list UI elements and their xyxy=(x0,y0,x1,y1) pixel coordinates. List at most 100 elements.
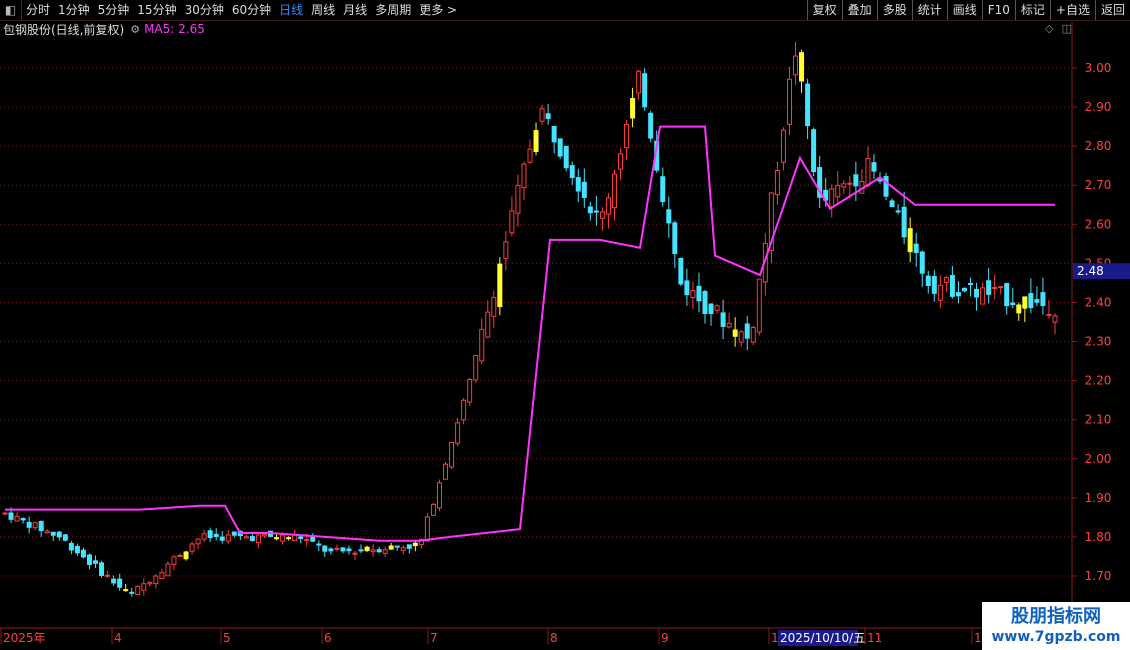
candle-body xyxy=(479,328,485,362)
candle-body xyxy=(394,545,400,548)
candle-body xyxy=(38,520,44,532)
candle-body xyxy=(1028,293,1034,309)
candle-body xyxy=(786,78,792,125)
candle-body xyxy=(829,188,835,207)
candle-body xyxy=(141,583,147,591)
candle-body xyxy=(135,585,141,596)
x-month-label: 11 xyxy=(867,631,882,645)
candle-body xyxy=(2,512,8,515)
candle-body xyxy=(793,55,799,76)
ma5-line xyxy=(5,125,1055,542)
candle-body xyxy=(1052,315,1058,323)
candle-body xyxy=(919,251,925,274)
candle-body xyxy=(642,73,648,108)
candle-body xyxy=(68,542,74,551)
candle-body xyxy=(388,545,394,550)
candle-body xyxy=(998,286,1004,289)
candle-body xyxy=(44,530,50,534)
candle-body xyxy=(533,130,539,153)
candle-body xyxy=(201,533,207,540)
candle-body xyxy=(406,544,412,549)
candle-body xyxy=(280,534,286,542)
candle-body xyxy=(599,211,605,219)
candle-body xyxy=(907,228,913,253)
candle-body xyxy=(225,534,231,542)
candle-body xyxy=(708,303,714,315)
y-tick-label: 2.30 xyxy=(1085,335,1112,349)
candle-body xyxy=(8,512,14,520)
candle-body xyxy=(74,545,80,554)
candle-body xyxy=(255,534,261,544)
candle-body xyxy=(648,112,654,139)
candle-body xyxy=(841,183,847,188)
candle-body xyxy=(551,125,557,143)
candle-body xyxy=(159,572,165,580)
price-axis: 3.002.902.802.702.602.502.402.302.202.10… xyxy=(1072,61,1130,583)
candle-body xyxy=(980,287,986,305)
candle-body xyxy=(714,305,720,311)
candle-body xyxy=(515,184,521,214)
candle-body xyxy=(455,422,461,444)
candle-body xyxy=(171,556,177,565)
candle-body xyxy=(774,170,780,196)
candle-body xyxy=(231,531,237,536)
y-tick-label: 2.60 xyxy=(1085,217,1112,231)
candle-body xyxy=(587,206,593,214)
candle-body xyxy=(992,286,998,289)
candle-body xyxy=(895,210,901,213)
y-tick-label: 2.20 xyxy=(1085,374,1112,388)
candle-body xyxy=(461,399,467,421)
candle-body xyxy=(189,543,195,552)
y-tick-label: 2.80 xyxy=(1085,139,1112,153)
candle-body xyxy=(835,184,841,198)
candle-body xyxy=(756,278,762,333)
candle-body xyxy=(207,530,213,539)
candle-body xyxy=(129,591,135,594)
x-month-label: 5 xyxy=(223,631,231,645)
candle-body xyxy=(569,165,575,179)
candle-body xyxy=(799,52,805,82)
candle-body xyxy=(346,548,352,552)
candle-body xyxy=(32,522,38,529)
watermark-title: 股朋指标网 xyxy=(1011,606,1101,627)
candle-body xyxy=(744,323,750,339)
y-tick-label: 3.00 xyxy=(1085,61,1112,75)
x-month-label: 7 xyxy=(430,631,438,645)
candle-body xyxy=(449,442,455,468)
candle-body xyxy=(853,174,859,187)
candle-body xyxy=(527,148,533,163)
candle-body xyxy=(195,538,201,545)
candle-body xyxy=(605,197,611,215)
candle-body xyxy=(937,284,943,301)
x-month-label: 4 xyxy=(114,631,122,645)
candle-body xyxy=(943,276,949,284)
kline-chart[interactable]: 3.002.902.802.702.602.502.402.302.202.10… xyxy=(0,0,1130,650)
y-tick-label: 2.70 xyxy=(1085,178,1112,192)
candle-body xyxy=(738,331,744,343)
candle-body xyxy=(473,355,479,381)
candle-body xyxy=(400,547,406,551)
candle-body xyxy=(105,574,111,577)
candle-body xyxy=(877,179,883,182)
candle-body xyxy=(153,575,159,585)
candle-body xyxy=(316,543,322,546)
settings-gear-icon[interactable]: ⚙ xyxy=(130,23,140,36)
panel-toggle-icon[interactable]: ◫ xyxy=(1062,22,1072,35)
y-tick-label: 2.40 xyxy=(1085,295,1112,309)
x-month-label: 2025年 xyxy=(3,631,46,645)
candle-body xyxy=(117,578,123,588)
candle-body xyxy=(696,285,702,302)
candle-body xyxy=(26,521,32,528)
candle-body xyxy=(1010,302,1016,306)
candle-body xyxy=(750,327,756,343)
y-tick-label: 1.80 xyxy=(1085,530,1112,544)
candle-body xyxy=(636,70,642,94)
candle-body xyxy=(286,537,292,540)
candle-body xyxy=(274,537,280,540)
crosshair-date-label: 2025/10/10/五 xyxy=(780,631,865,645)
candle-body xyxy=(509,210,515,234)
candle-body xyxy=(412,542,418,547)
candle-body xyxy=(424,516,430,542)
watermark-url: www.7gpzb.com xyxy=(991,629,1121,645)
diamond-icon[interactable]: ◇ xyxy=(1045,22,1053,35)
